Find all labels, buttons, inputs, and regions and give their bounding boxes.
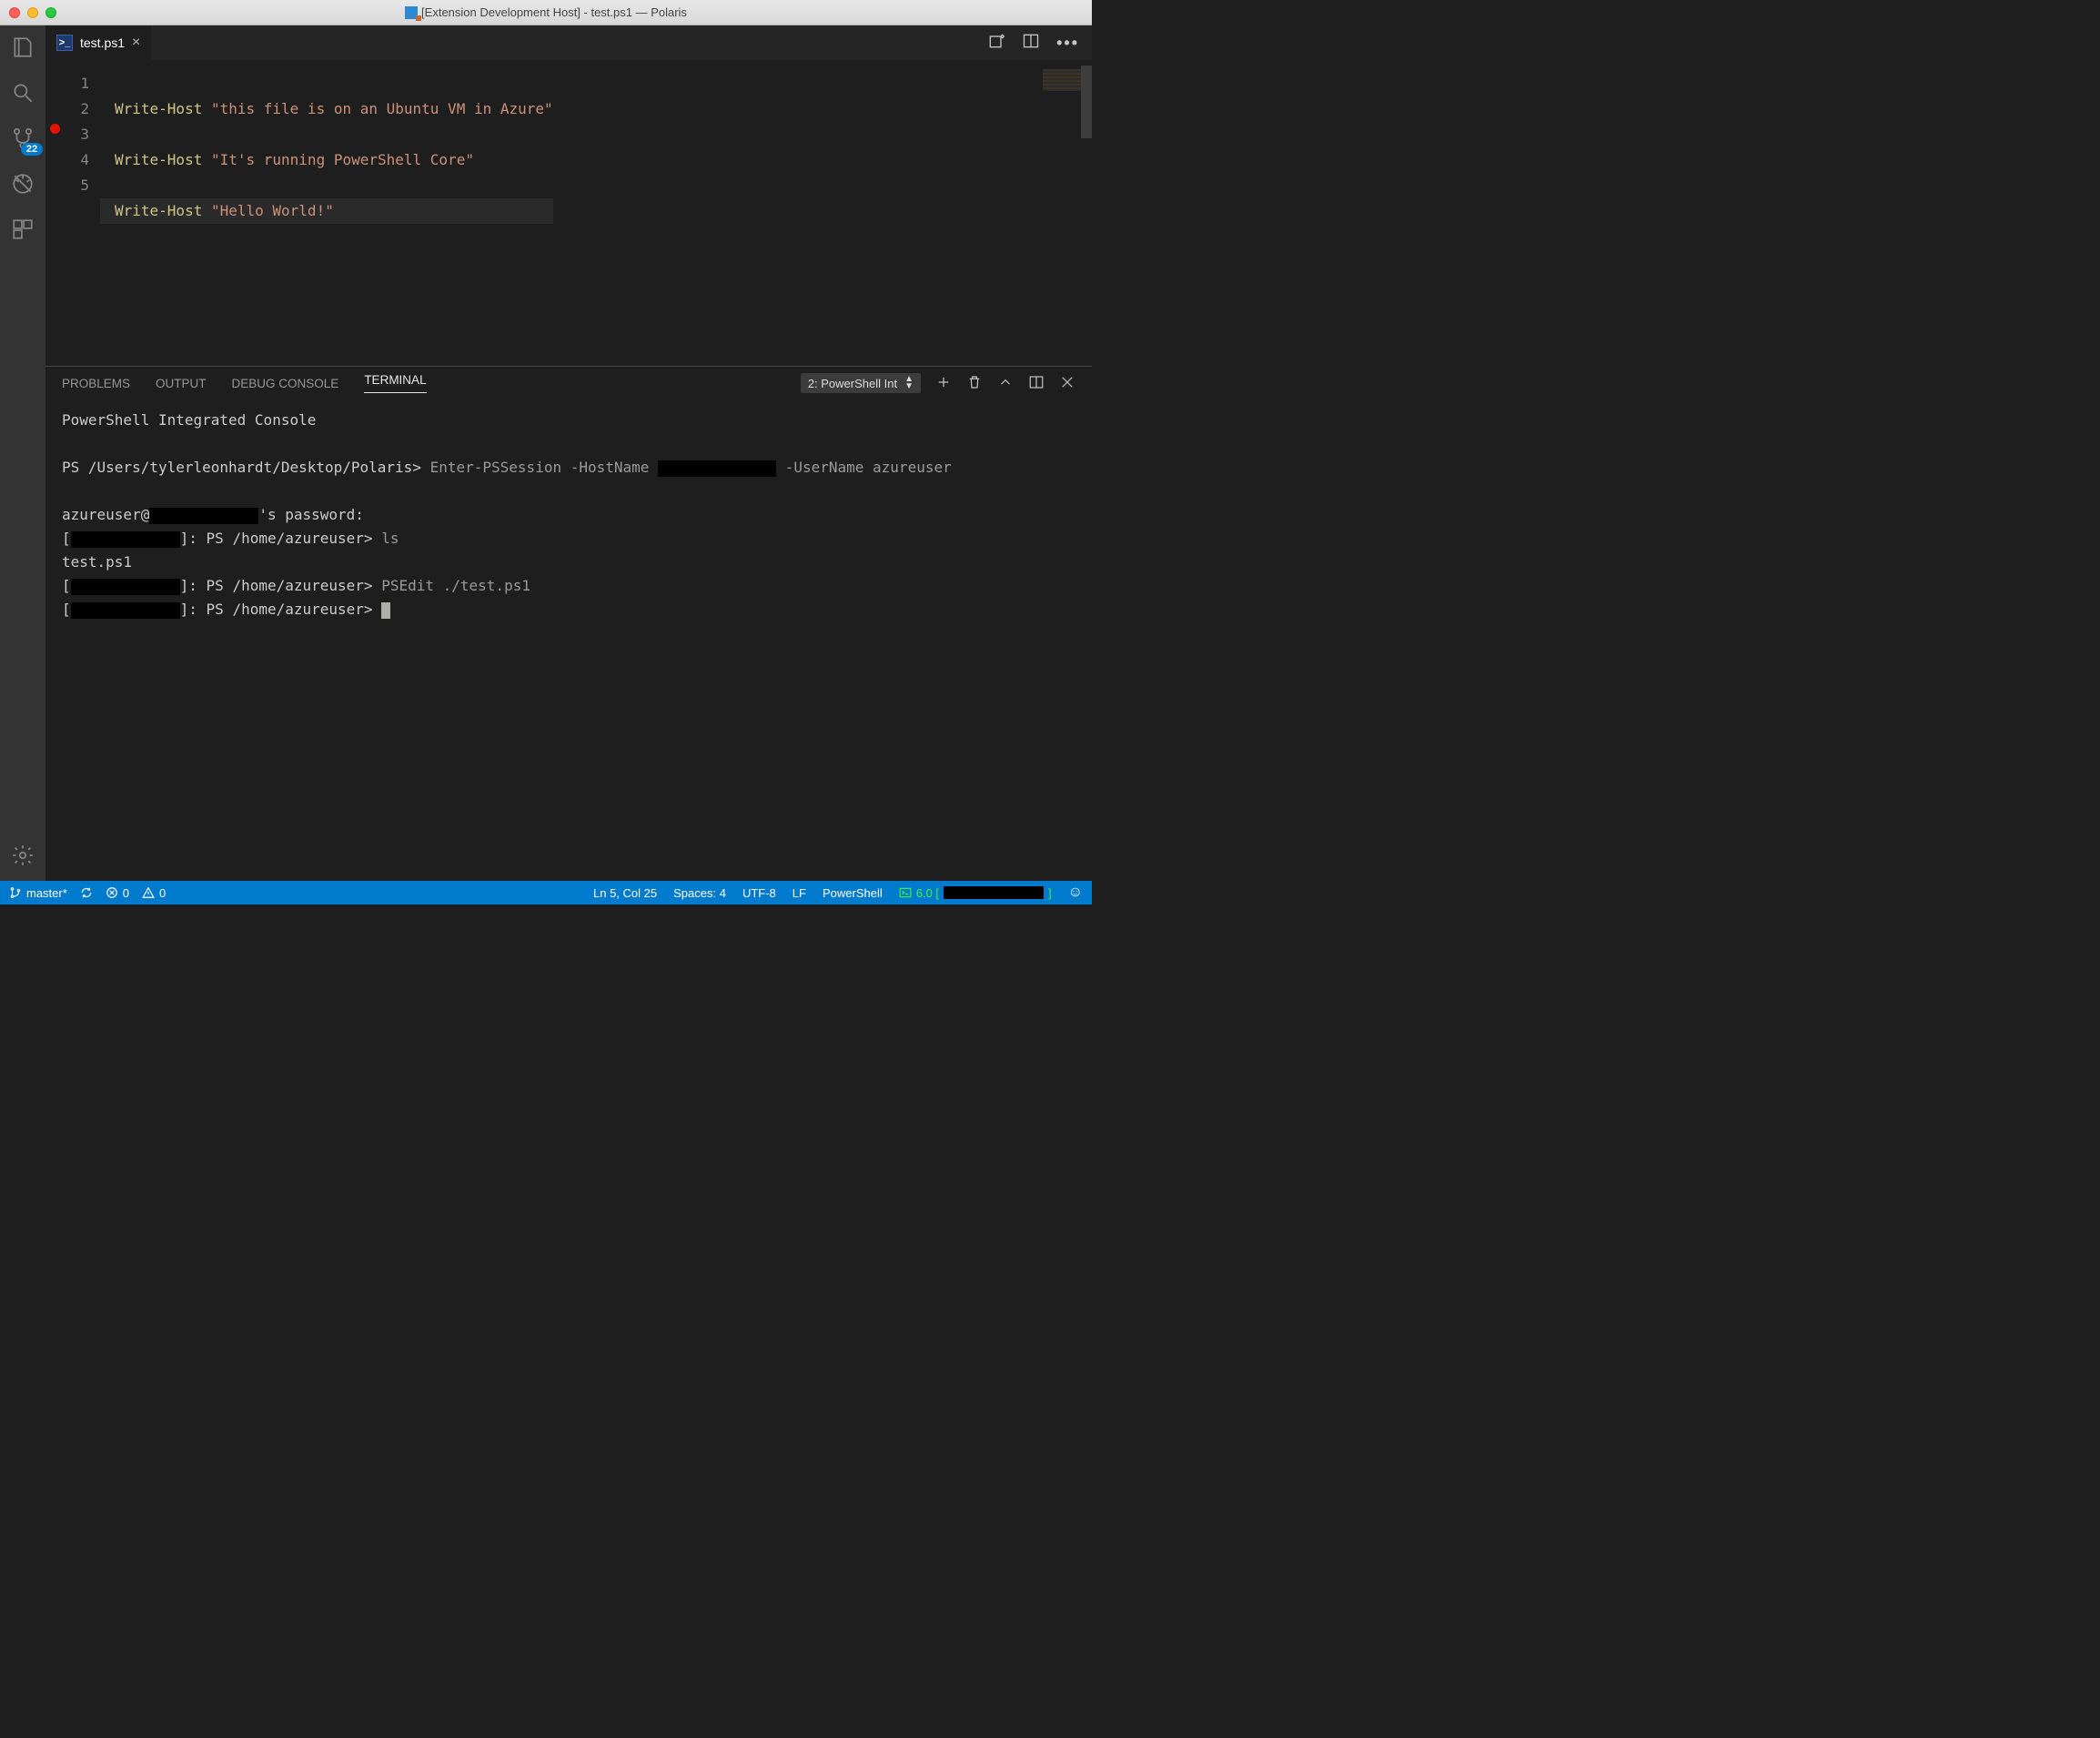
redacted-version-detail: [944, 886, 1044, 899]
debug-icon[interactable]: [10, 171, 35, 197]
redacted-session: [71, 602, 180, 619]
manage-gear-icon[interactable]: [10, 843, 35, 868]
open-changes-icon[interactable]: [987, 32, 1005, 55]
tab-close-icon[interactable]: ×: [132, 35, 140, 51]
terminal-header-line: PowerShell Integrated Console: [62, 409, 1075, 432]
line-number-gutter: 1 2 3 4 5: [45, 66, 100, 365]
window-close-button[interactable]: [9, 7, 20, 18]
source-control-icon[interactable]: 22: [10, 126, 35, 151]
bottom-panel: PROBLEMS OUTPUT DEBUG CONSOLE TERMINAL 2…: [45, 366, 1092, 881]
powershell-file-icon: >_: [56, 35, 73, 51]
status-cursor-position[interactable]: Ln 5, Col 25: [593, 886, 657, 900]
status-eol[interactable]: LF: [793, 886, 806, 900]
panel-tab-debug-console[interactable]: DEBUG CONSOLE: [232, 377, 339, 390]
status-encoding[interactable]: UTF-8: [742, 886, 776, 900]
close-panel-icon[interactable]: [1059, 374, 1075, 393]
status-sync-icon[interactable]: [80, 886, 93, 899]
window-zoom-button[interactable]: [45, 7, 56, 18]
editor-scrollbar[interactable]: [1081, 66, 1092, 365]
activity-bar: 22: [0, 25, 45, 881]
more-actions-icon[interactable]: •••: [1056, 34, 1079, 53]
status-errors[interactable]: 0: [106, 886, 129, 900]
maximize-panel-icon[interactable]: [997, 374, 1014, 393]
redacted-session: [71, 579, 180, 595]
redacted-host: [149, 508, 258, 524]
vscode-icon: [405, 6, 418, 19]
panel-tab-output[interactable]: OUTPUT: [156, 377, 207, 390]
split-editor-icon[interactable]: [1022, 32, 1040, 55]
panel-tab-terminal[interactable]: TERMINAL: [364, 373, 426, 393]
split-terminal-icon[interactable]: [1028, 374, 1045, 393]
window-minimize-button[interactable]: [27, 7, 38, 18]
redacted-hostname: [658, 460, 776, 477]
extensions-icon[interactable]: [10, 217, 35, 242]
editor-tab-bar: >_ test.ps1 × •••: [45, 25, 1092, 60]
window-title: [Extension Development Host] - test.ps1 …: [421, 5, 687, 19]
status-bar: master* 0 0 Ln 5, Col 25 Spaces: 4 UTF-8…: [0, 881, 1092, 904]
explorer-icon[interactable]: [10, 35, 35, 60]
kill-terminal-icon[interactable]: [966, 374, 983, 393]
status-powershell-version[interactable]: 6.0 []: [899, 886, 1052, 900]
macos-titlebar: [Extension Development Host] - test.ps1 …: [0, 0, 1092, 25]
status-warnings[interactable]: 0: [142, 886, 166, 900]
redacted-session: [71, 531, 180, 548]
terminal-selector[interactable]: 2: PowerShell Int ▲▼: [801, 373, 921, 393]
status-language-mode[interactable]: PowerShell: [823, 886, 883, 900]
search-icon[interactable]: [10, 80, 35, 106]
code-content[interactable]: Write-Host "this file is on an Ubuntu VM…: [100, 66, 553, 365]
status-indentation[interactable]: Spaces: 4: [673, 886, 726, 900]
tab-label: test.ps1: [80, 35, 125, 50]
code-editor[interactable]: 1 2 3 4 5 Write-Host "this file is on an…: [45, 66, 1092, 366]
new-terminal-icon[interactable]: [935, 374, 952, 393]
status-git-branch[interactable]: master*: [9, 886, 67, 900]
terminal-content[interactable]: PowerShell Integrated Console PS /Users/…: [45, 399, 1092, 881]
tab-test-ps1[interactable]: >_ test.ps1 ×: [45, 25, 152, 60]
panel-tab-problems[interactable]: PROBLEMS: [62, 377, 130, 390]
status-feedback-icon[interactable]: ☺: [1068, 884, 1083, 901]
terminal-cursor: [381, 602, 390, 619]
scm-badge: 22: [21, 143, 43, 156]
